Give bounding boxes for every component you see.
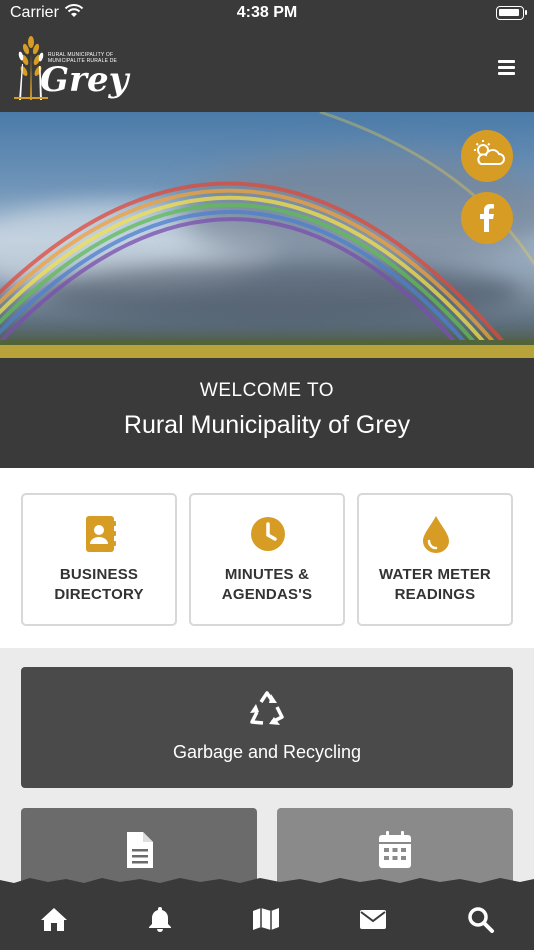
envelope-icon[interactable]: [358, 905, 388, 933]
hero-banner: [0, 112, 534, 358]
status-time: 4:38 PM: [236, 4, 298, 21]
business-directory-tile[interactable]: BUSINESS DIRECTORY: [21, 493, 177, 626]
map-icon[interactable]: [251, 905, 281, 933]
tile-label: WATER METER READINGS: [379, 566, 491, 603]
weather-button[interactable]: [461, 130, 513, 182]
welcome-title: Rural Municipality of Grey: [123, 411, 411, 439]
hamburger-menu-icon[interactable]: [498, 60, 516, 76]
card-label: Garbage and Recycling: [172, 742, 362, 762]
facebook-icon: [480, 204, 494, 232]
address-book-icon: [86, 516, 116, 552]
document-icon: [127, 832, 153, 868]
tile-label: BUSINESS DIRECTORY: [54, 566, 144, 603]
water-meter-tile[interactable]: WATER METER READINGS: [357, 493, 513, 626]
logo-wordmark: Grey: [40, 60, 129, 100]
tile-label: MINUTES & AGENDAS'S: [221, 566, 313, 603]
battery-icon: [496, 6, 527, 20]
welcome-kicker: WELCOME TO: [199, 380, 335, 401]
bottom-nav: [0, 887, 534, 950]
welcome-section: WELCOME TO Rural Municipality of Grey: [0, 358, 534, 470]
weather-icon: [474, 140, 505, 165]
quick-links: BUSINESS DIRECTORY MINUTES & AGENDAS'S W…: [0, 468, 534, 648]
water-drop-icon: [423, 516, 449, 553]
recycle-icon: [250, 691, 284, 725]
home-icon[interactable]: [39, 905, 69, 933]
bell-icon[interactable]: [145, 905, 175, 933]
status-bar: Carrier 4:38 PM: [0, 0, 534, 28]
municipality-logo[interactable]: RURAL MUNICIPALITY OF MUNICIPALITE RURAL…: [14, 34, 128, 102]
search-icon[interactable]: [466, 905, 496, 933]
facebook-button[interactable]: [461, 192, 513, 244]
minutes-agendas-tile[interactable]: MINUTES & AGENDAS'S: [189, 493, 345, 626]
garbage-recycling-card[interactable]: Garbage and Recycling: [21, 667, 513, 788]
rainbow-image: [0, 112, 534, 358]
calendar-icon: [379, 831, 411, 868]
clock-icon: [251, 517, 285, 551]
app-header: Carrier 4:38 PM RURAL MUNICIPALITY OF MU…: [0, 0, 534, 112]
